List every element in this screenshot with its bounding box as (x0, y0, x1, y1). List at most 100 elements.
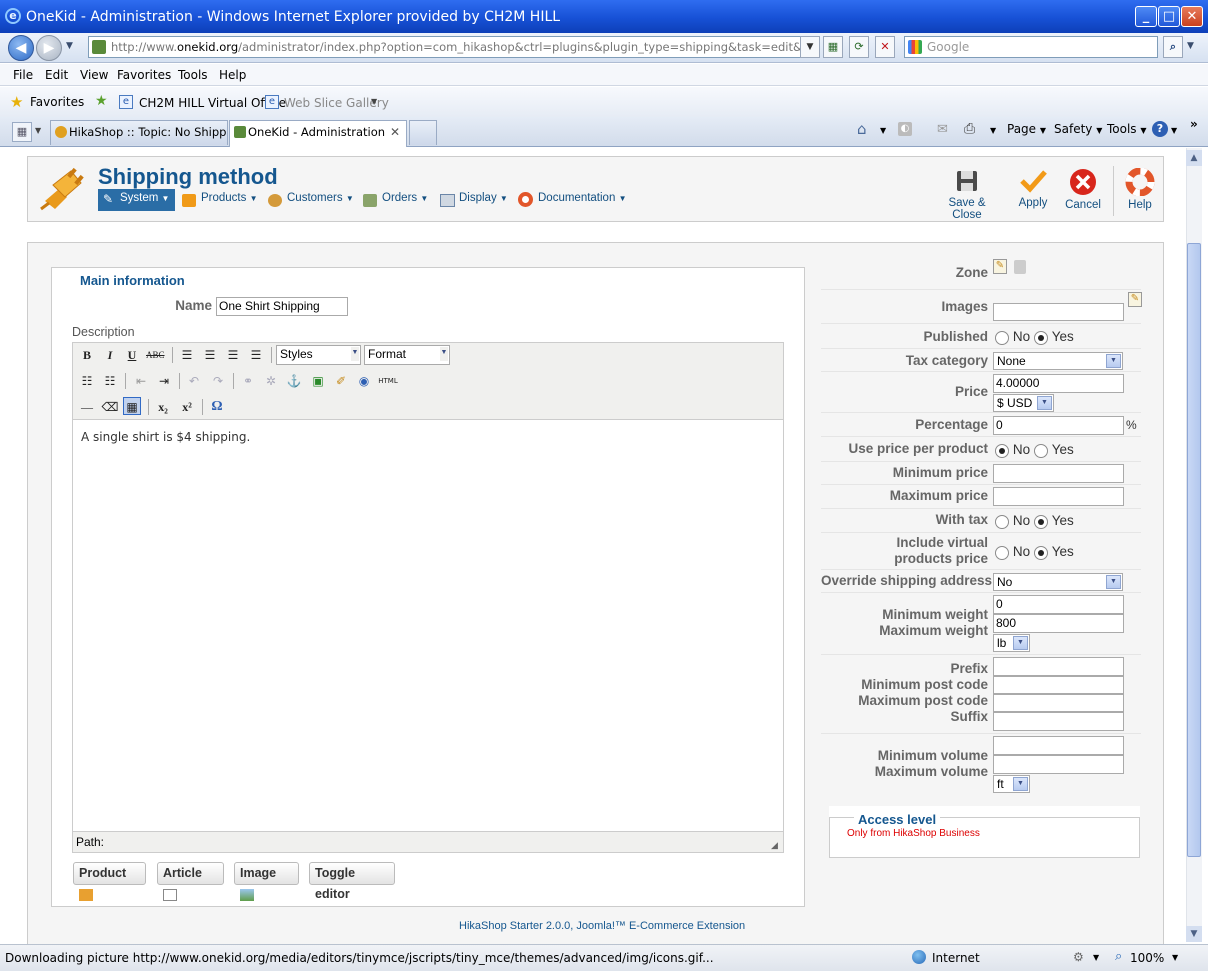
forward-button[interactable]: ▶ (36, 35, 62, 61)
anchor-icon[interactable]: ⚓ (285, 372, 303, 390)
image-button[interactable]: Image (234, 862, 299, 901)
with-tax-yes-radio[interactable] (1033, 514, 1048, 529)
outdent-icon[interactable]: ⇤ (132, 372, 150, 390)
menu-favorites[interactable]: Favorites (117, 68, 171, 82)
maximum-price-input[interactable] (993, 487, 1124, 506)
menu-system[interactable]: ✎ System ▼ (98, 189, 176, 211)
print-dropdown-icon[interactable]: ▼ (990, 126, 996, 135)
align-center-icon[interactable]: ☰ (201, 346, 219, 364)
protected-mode-dropdown-icon[interactable]: ▼ (1093, 953, 1099, 962)
close-tab-icon[interactable]: ✕ (390, 121, 400, 144)
apply-button[interactable]: Apply (1013, 168, 1053, 209)
eraser-icon[interactable]: ⌫ (101, 398, 119, 416)
indent-icon[interactable]: ⇥ (155, 372, 173, 390)
align-justify-icon[interactable]: ☰ (247, 346, 265, 364)
menu-tools[interactable]: Tools (178, 68, 208, 82)
align-left-icon[interactable]: ☰ (178, 346, 196, 364)
tab-onekid-admin[interactable]: OneKid - Administration ✕ (229, 120, 407, 147)
maximum-post-code-input[interactable] (993, 694, 1124, 712)
maximum-weight-input[interactable]: 800 (993, 614, 1124, 633)
edit-zone-icon[interactable]: ✎ (993, 259, 1007, 274)
editor-help-icon[interactable]: ◉ (355, 372, 373, 390)
search-go-icon[interactable]: ⌕ (1163, 36, 1183, 58)
currency-select[interactable]: $ USD ▼ (993, 394, 1054, 412)
quick-tabs-icon[interactable]: ▦ (12, 122, 32, 142)
redo-icon[interactable]: ↷ (209, 372, 227, 390)
tax-category-select[interactable]: None ▼ (993, 352, 1123, 370)
maximum-volume-input[interactable] (993, 755, 1124, 774)
back-button[interactable]: ◀ (8, 35, 34, 61)
save-close-button[interactable]: Save & Close (933, 168, 1001, 221)
favorites-button[interactable]: Favorites (30, 95, 84, 109)
search-input[interactable]: Google (904, 36, 1158, 58)
menu-display[interactable]: Display ▼ (459, 192, 508, 204)
include-virtual-no-radio[interactable] (995, 545, 1009, 560)
safety-menu[interactable]: Safety ▼ (1054, 122, 1102, 136)
web-slice-dropdown-icon[interactable]: ▼ (371, 97, 377, 106)
zoom-level[interactable]: 100% (1130, 951, 1164, 965)
format-select[interactable]: Format ▼ (364, 345, 450, 365)
menu-customers[interactable]: Customers ▼ (287, 192, 354, 204)
styles-select[interactable]: Styles ▼ (276, 345, 361, 365)
address-input[interactable]: http://www.onekid.org/administrator/inde… (88, 36, 818, 58)
italic-icon[interactable]: I (101, 346, 119, 364)
print-icon[interactable]: ⎙ (964, 121, 975, 137)
scroll-up-icon[interactable]: ▲ (1186, 150, 1202, 166)
maximize-button[interactable]: □ (1158, 6, 1180, 27)
menu-documentation[interactable]: Documentation ▼ (538, 192, 626, 204)
address-dropdown-icon[interactable]: ▼ (800, 36, 820, 58)
minimum-post-code-input[interactable] (993, 676, 1124, 694)
protected-mode-icon[interactable]: ⚙ (1073, 950, 1084, 964)
use-price-no-radio[interactable] (995, 443, 1009, 458)
help-icon[interactable]: ? (1152, 121, 1168, 137)
tools-menu[interactable]: Tools ▼ (1107, 122, 1147, 136)
align-right-icon[interactable]: ☰ (224, 346, 242, 364)
home-dropdown-icon[interactable]: ▼ (880, 126, 886, 135)
bullet-list-icon[interactable]: ☷ (78, 372, 96, 390)
minimum-weight-input[interactable]: 0 (993, 595, 1124, 614)
help-button[interactable]: Help (1124, 167, 1156, 211)
minimum-price-input[interactable] (993, 464, 1124, 483)
new-tab-button[interactable] (409, 120, 437, 145)
editor-content[interactable]: A single shirt is $4 shipping. (81, 430, 250, 444)
menu-orders[interactable]: Orders ▼ (382, 192, 428, 204)
link-icon[interactable]: ⚭ (239, 372, 257, 390)
zoom-icon[interactable]: ⌕ (1115, 949, 1122, 964)
help-dropdown-icon[interactable]: ▼ (1171, 126, 1177, 135)
chevron-more-icon[interactable]: » (1190, 117, 1198, 131)
refresh-icon[interactable]: ⟳ (849, 36, 869, 58)
search-options-dropdown-icon[interactable]: ▼ (1187, 41, 1194, 51)
add-favorite-icon[interactable]: ★ (95, 93, 108, 109)
resize-handle-icon[interactable]: ◢ (771, 841, 778, 851)
compatibility-view-icon[interactable]: ▦ (823, 36, 843, 58)
feeds-icon[interactable]: ◐ (898, 122, 912, 136)
stop-icon[interactable]: ✕ (875, 36, 895, 58)
menu-view[interactable]: View (80, 68, 108, 82)
close-window-button[interactable]: ✕ (1181, 6, 1203, 27)
insert-image-icon[interactable]: ▣ (309, 372, 327, 390)
product-button[interactable]: Product (73, 862, 146, 901)
zoom-dropdown-icon[interactable]: ▼ (1172, 953, 1178, 962)
images-input[interactable] (993, 303, 1124, 321)
delete-zone-icon[interactable] (1014, 260, 1026, 274)
name-input[interactable]: One Shirt Shipping (216, 297, 348, 316)
tab-list-dropdown-icon[interactable]: ▼ (35, 126, 41, 135)
menu-help[interactable]: Help (219, 68, 246, 82)
bold-icon[interactable]: B (78, 346, 96, 364)
footer-link[interactable]: HikaShop Starter 2.0.0, Joomla!™ E-Comme… (459, 920, 745, 932)
price-input[interactable]: 4.00000 (993, 374, 1124, 393)
unlink-icon[interactable]: ✲ (262, 372, 280, 390)
superscript-icon[interactable]: x² (178, 398, 196, 416)
scroll-down-icon[interactable]: ▼ (1186, 926, 1202, 942)
include-virtual-yes-radio[interactable] (1033, 545, 1048, 560)
weight-unit-select[interactable]: lb ▼ (993, 634, 1030, 652)
minimum-volume-input[interactable] (993, 736, 1124, 755)
favorite-link-virtual-office[interactable]: CH2M HILL Virtual Office (139, 96, 286, 110)
numbered-list-icon[interactable]: ☷ (101, 372, 119, 390)
add-image-icon[interactable]: ✎ (1128, 292, 1142, 307)
cleanup-brush-icon[interactable]: ✐ (332, 372, 350, 390)
page-menu[interactable]: Page ▼ (1007, 122, 1046, 136)
html-source-icon[interactable]: HTML (377, 372, 399, 390)
minimize-button[interactable]: _ (1135, 6, 1157, 27)
strikethrough-icon[interactable]: ABC (146, 346, 165, 364)
